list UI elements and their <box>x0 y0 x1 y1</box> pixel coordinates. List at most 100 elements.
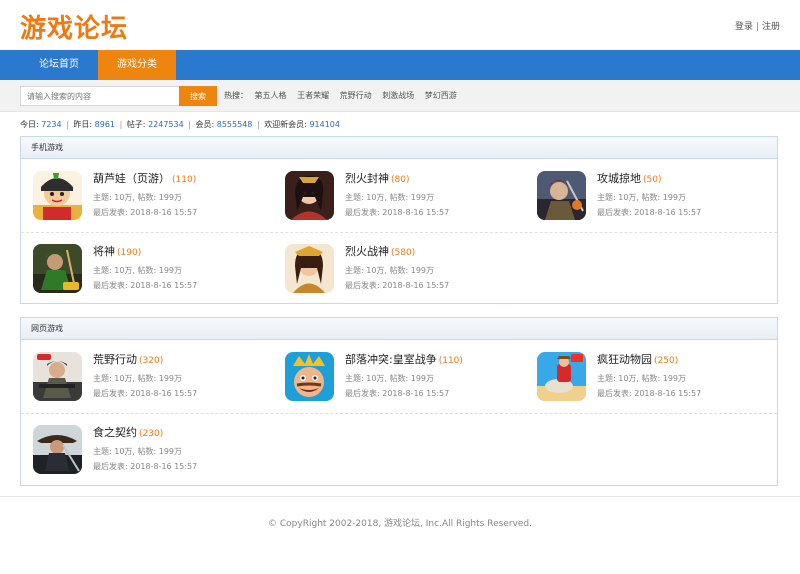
hot-search-item[interactable]: 荒野行动 <box>340 91 372 100</box>
stat-welcome-label: 欢迎新会员: <box>264 120 307 129</box>
game-item[interactable]: 将神 (190) 主题: 10万, 帖数: 199万 最后发表: 2018-8-1… <box>21 233 273 306</box>
game-meta: 主题: 10万, 帖数: 199万 <box>93 447 183 456</box>
hot-search-item[interactable]: 第五人格 <box>255 91 287 100</box>
game-count: (190) <box>117 248 142 258</box>
search-bar: 搜索 热搜： 第五人格 王者荣耀 荒野行动 刺激战场 梦幻西游 <box>0 80 800 112</box>
goddess-icon[interactable] <box>285 244 334 293</box>
game-last-post: 最后发表: 2018-8-16 15:57 <box>93 208 198 217</box>
game-name-text: 将神 <box>93 245 115 258</box>
search-button[interactable]: 搜索 <box>179 86 217 106</box>
site-header: 游戏论坛 登录 | 注册 <box>0 0 800 50</box>
game-name[interactable]: 葫芦娃（页游） (110) <box>93 170 196 186</box>
game-last-post: 最后发表: 2018-8-16 15:57 <box>93 462 198 471</box>
game-last-post: 最后发表: 2018-8-16 15:57 <box>93 389 198 398</box>
game-meta: 主题: 10万, 帖数: 199万 <box>93 374 183 383</box>
clash-royale-icon[interactable] <box>285 352 334 401</box>
game-name[interactable]: 烈火封神 (80) <box>345 170 409 186</box>
game-count: (110) <box>172 175 197 185</box>
user-links: 登录 | 注册 <box>735 19 780 32</box>
game-name[interactable]: 攻城掠地 (50) <box>597 170 661 186</box>
soldier-icon[interactable] <box>33 352 82 401</box>
game-meta: 主题: 10万, 帖数: 199万 <box>345 193 435 202</box>
game-last-post: 最后发表: 2018-8-16 15:57 <box>345 281 450 290</box>
game-last-post: 最后发表: 2018-8-16 15:57 <box>93 281 198 290</box>
game-item[interactable]: 部落冲突:皇室战争 (110) 主题: 10万, 帖数: 199万 最后发表: 2… <box>273 341 525 414</box>
game-meta: 主题: 10万, 帖数: 199万 <box>345 266 435 275</box>
site-logo[interactable]: 游戏论坛 <box>20 8 128 45</box>
game-name[interactable]: 将神 (190) <box>93 243 141 259</box>
hot-search-label: 热搜： <box>224 91 248 100</box>
game-row: 葫芦娃（页游） (110) 主题: 10万, 帖数: 199万 最后发表: 201… <box>21 160 777 233</box>
link-separator: | <box>755 22 759 32</box>
stat-separator: | <box>119 120 123 129</box>
tab-home[interactable]: 论坛首页 <box>20 50 98 80</box>
stat-today-value: 7234 <box>41 120 62 129</box>
section-title: 网页游戏 <box>21 318 777 340</box>
game-meta: 主题: 10万, 帖数: 199万 <box>597 374 687 383</box>
hot-search-item[interactable]: 梦幻西游 <box>425 91 457 100</box>
register-link[interactable]: 注册 <box>762 22 780 32</box>
stat-yesterday-value: 8961 <box>94 120 116 129</box>
game-row: 食之契约 (230) 主题: 10万, 帖数: 199万 最后发表: 2018-8… <box>21 414 777 487</box>
calabash-icon[interactable] <box>33 171 82 220</box>
hot-searches: 热搜： 第五人格 王者荣耀 荒野行动 刺激战场 梦幻西游 <box>224 86 465 106</box>
game-row: 荒野行动 (320) 主题: 10万, 帖数: 199万 最后发表: 2018-8… <box>21 341 777 414</box>
rodeo-stampede-icon[interactable] <box>537 352 586 401</box>
hot-search-item[interactable]: 王者荣耀 <box>297 91 329 100</box>
game-name-text: 疯狂动物园 <box>597 353 652 366</box>
game-name-text: 食之契约 <box>93 426 137 439</box>
section-title: 手机游戏 <box>21 137 777 159</box>
game-count: (110) <box>438 356 463 366</box>
game-item[interactable]: 烈火战神 (580) 主题: 10万, 帖数: 199万 最后发表: 2018-8… <box>273 233 525 306</box>
hot-search-item[interactable]: 刺激战场 <box>382 91 414 100</box>
game-name[interactable]: 食之契约 (230) <box>93 424 163 440</box>
tab-game-category[interactable]: 游戏分类 <box>98 50 176 80</box>
game-name[interactable]: 部落冲突:皇室战争 (110) <box>345 351 463 367</box>
game-name[interactable]: 烈火战神 (580) <box>345 243 415 259</box>
game-count: (50) <box>643 175 662 185</box>
game-item[interactable]: 荒野行动 (320) 主题: 10万, 帖数: 199万 最后发表: 2018-8… <box>21 341 273 414</box>
game-last-post: 最后发表: 2018-8-16 15:57 <box>597 208 702 217</box>
footer-divider <box>0 496 800 497</box>
game-last-post: 最后发表: 2018-8-16 15:57 <box>345 389 450 398</box>
warrior-girl-icon[interactable] <box>285 171 334 220</box>
stat-posts-value: 2247534 <box>148 120 184 129</box>
game-name-text: 烈火封神 <box>345 172 389 185</box>
game-last-post: 最后发表: 2018-8-16 15:57 <box>597 389 702 398</box>
game-name-text: 攻城掠地 <box>597 172 641 185</box>
game-item[interactable]: 葫芦娃（页游） (110) 主题: 10万, 帖数: 199万 最后发表: 201… <box>21 160 273 233</box>
footer-copyright: © CopyRight 2002-2018, 游戏论坛, Inc.All Rig… <box>268 519 532 529</box>
game-count: (320) <box>139 356 164 366</box>
general-icon[interactable] <box>537 171 586 220</box>
swordsman-icon[interactable] <box>33 425 82 474</box>
game-count: (80) <box>391 175 410 185</box>
game-name[interactable]: 荒野行动 (320) <box>93 351 163 367</box>
search-input[interactable] <box>20 86 180 106</box>
game-count: (580) <box>391 248 416 258</box>
game-name-text: 部落冲突:皇室战争 <box>345 353 437 366</box>
game-meta: 主题: 10万, 帖数: 199万 <box>345 374 435 383</box>
stat-today-label: 今日: <box>20 120 39 129</box>
stat-separator: | <box>256 120 260 129</box>
section-web-games: 网页游戏 荒野行动 (320) 主题: 10万, 帖数: 199万 最后发表: 2… <box>20 317 778 486</box>
login-link[interactable]: 登录 <box>735 22 753 32</box>
section-mobile-games: 手机游戏 葫芦娃（页游） (110) 主题: 10万, 帖数: 199万 最后发表… <box>20 136 778 304</box>
stat-posts-label: 帖子: <box>126 120 146 129</box>
stat-separator: | <box>188 120 191 129</box>
game-count: (230) <box>139 429 164 439</box>
game-meta: 主题: 10万, 帖数: 199万 <box>93 193 183 202</box>
game-item[interactable]: 食之契约 (230) 主题: 10万, 帖数: 199万 最后发表: 2018-8… <box>21 414 273 487</box>
game-item[interactable]: 攻城掠地 (50) 主题: 10万, 帖数: 199万 最后发表: 2018-8-… <box>525 160 777 233</box>
main-nav: 论坛首页 游戏分类 <box>0 50 800 80</box>
game-name-text: 葫芦娃（页游） <box>93 172 170 185</box>
stat-separator: | <box>66 120 69 129</box>
forum-stats: 今日: 7234 | 昨日: 8961 | 帖子: 2247534 | 会员: … <box>20 119 340 130</box>
stat-members-label: 会员: <box>195 120 215 129</box>
game-item[interactable]: 烈火封神 (80) 主题: 10万, 帖数: 199万 最后发表: 2018-8-… <box>273 160 525 233</box>
game-meta: 主题: 10万, 帖数: 199万 <box>93 266 183 275</box>
game-meta: 主题: 10万, 帖数: 199万 <box>597 193 687 202</box>
stat-welcome-value[interactable]: 914104 <box>309 120 340 129</box>
game-name[interactable]: 疯狂动物园 (250) <box>597 351 678 367</box>
game-item[interactable]: 疯狂动物园 (250) 主题: 10万, 帖数: 199万 最后发表: 2018-… <box>525 341 777 414</box>
green-warrior-icon[interactable] <box>33 244 82 293</box>
